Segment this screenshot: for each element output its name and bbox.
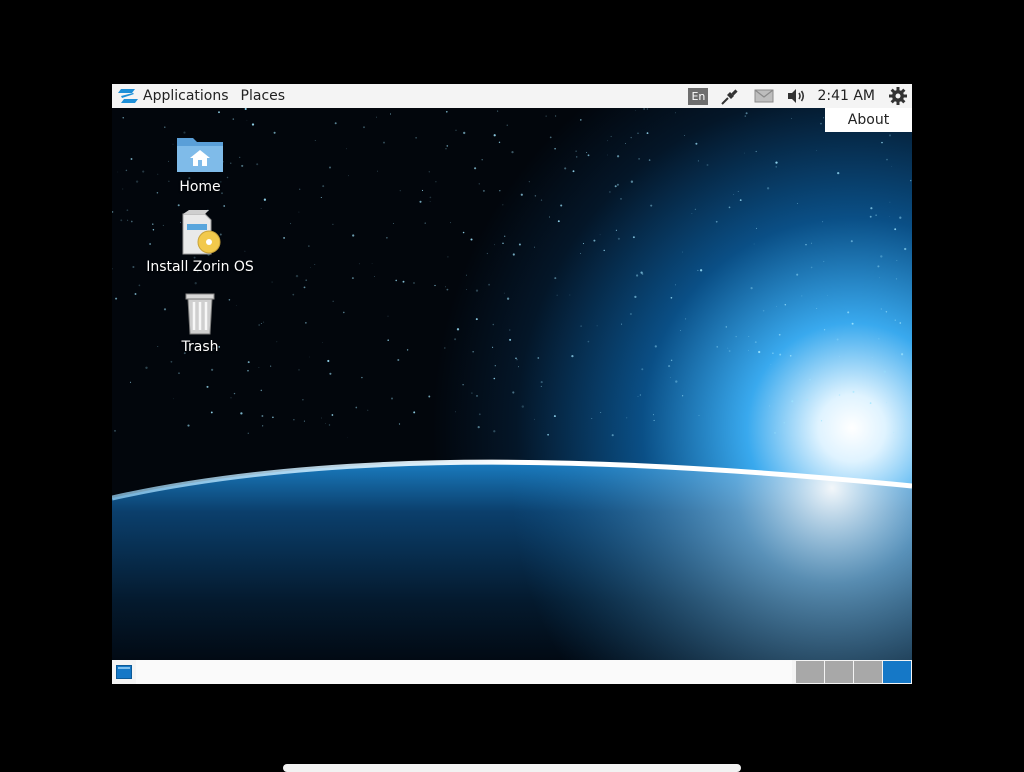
system-tray: En 2:41 AM [688, 84, 912, 108]
desktop-icon-install-zorin-os[interactable]: Install Zorin OS [140, 210, 260, 275]
desktop-icon-label: Trash [181, 339, 219, 355]
zorin-logo-icon[interactable] [116, 84, 140, 108]
applications-menu[interactable]: Applications [140, 84, 232, 108]
workspace-2[interactable] [825, 661, 853, 683]
keyboard-layout-label: En [688, 87, 709, 105]
top-panel: Applications Places En 2:41 AM [112, 84, 912, 108]
trash-icon [175, 290, 225, 336]
volume-icon[interactable] [785, 84, 807, 108]
bottom-panel [112, 660, 912, 684]
network-wired-icon[interactable] [719, 84, 741, 108]
show-desktop-icon[interactable] [115, 663, 133, 681]
taskbar-window-list [136, 660, 792, 684]
desktop-icon-label: Home [179, 179, 221, 195]
about-label: About [847, 112, 890, 128]
workspace-4[interactable] [883, 661, 911, 683]
bottom-edge-bar [283, 764, 741, 772]
workspace-3[interactable] [854, 661, 882, 683]
desktop-icon-home[interactable]: Home [140, 130, 260, 195]
desktop-icon-label: Install Zorin OS [146, 259, 254, 275]
home-folder-icon [175, 130, 225, 176]
mail-icon[interactable] [753, 84, 775, 108]
about-menu-item[interactable]: About [825, 108, 912, 132]
applications-label: Applications [143, 88, 229, 104]
gear-icon[interactable] [887, 84, 909, 108]
keyboard-layout-indicator[interactable]: En [688, 84, 719, 108]
places-menu[interactable]: Places [238, 84, 289, 108]
workspace-switcher [795, 661, 911, 683]
workspace-1[interactable] [796, 661, 824, 683]
places-label: Places [240, 88, 286, 104]
desktop-icon-trash[interactable]: Trash [140, 290, 260, 355]
clock[interactable]: 2:41 AM [817, 88, 875, 104]
desktop-screen: Applications Places En 2:41 AM About Hom… [112, 84, 912, 684]
installer-icon [175, 210, 225, 256]
